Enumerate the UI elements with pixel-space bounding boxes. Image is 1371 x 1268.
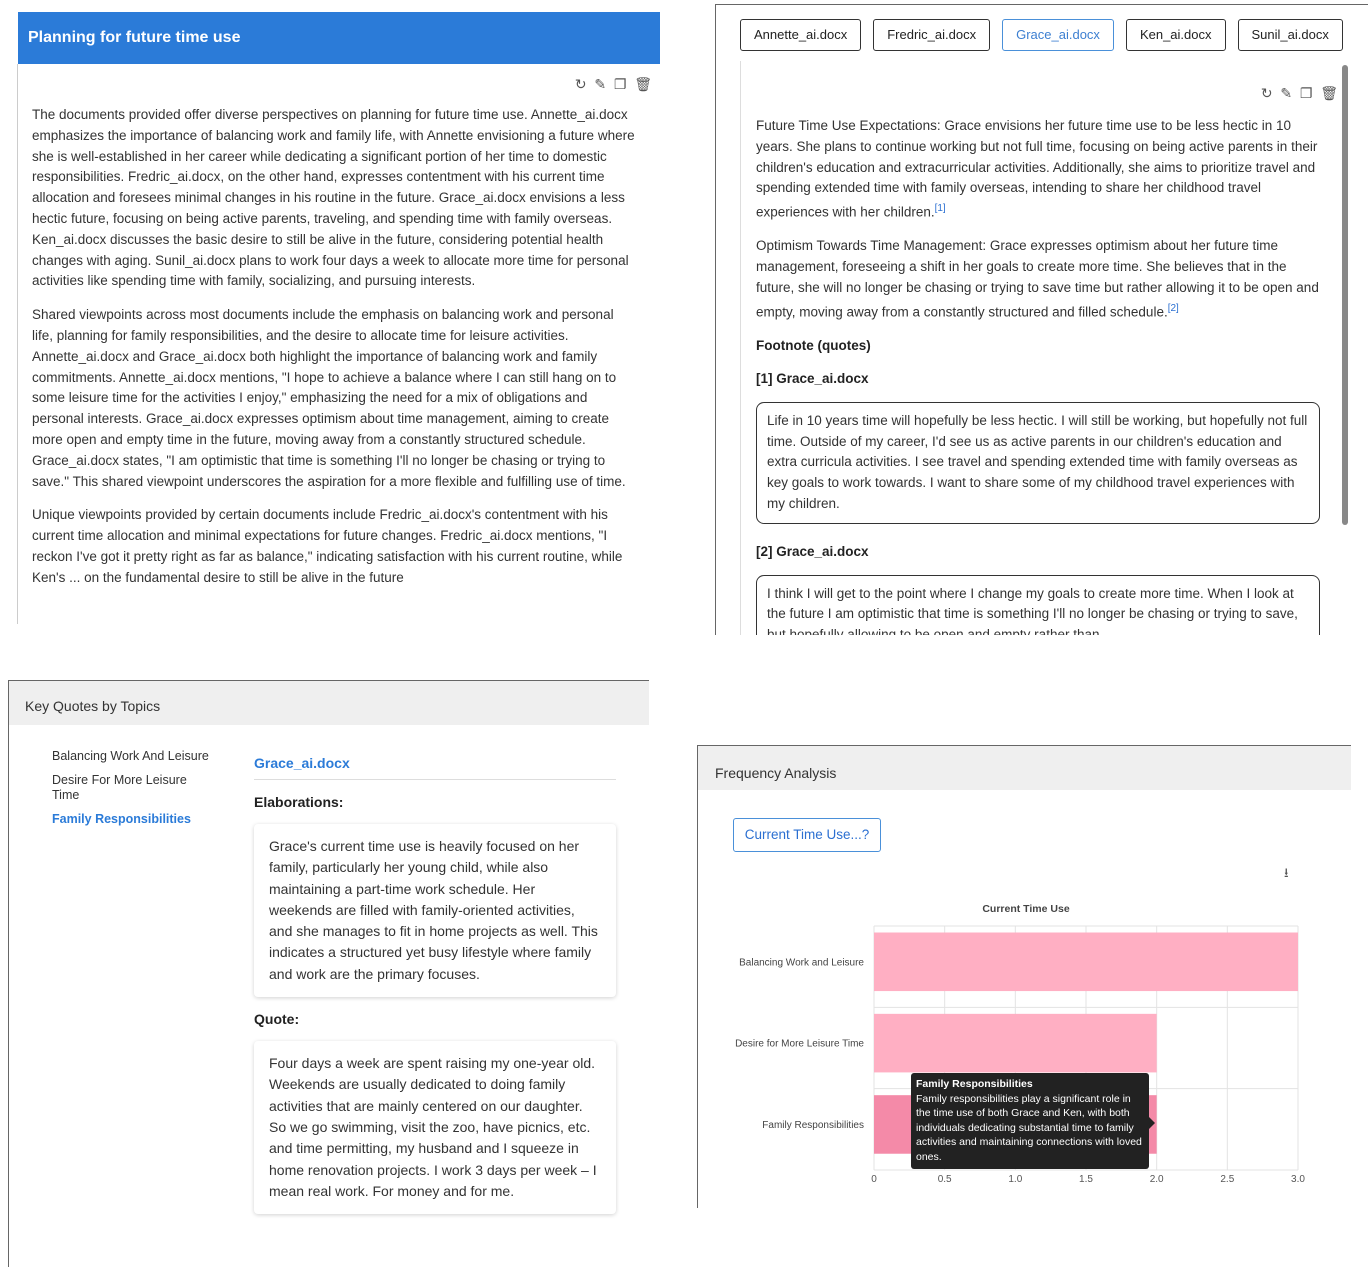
expectation-paragraph: Future Time Use Expectations: Grace envi…	[756, 118, 1318, 220]
key-quotes-header: Key Quotes by Topics	[9, 681, 649, 725]
quote-card: Four days a week are spent raising my on…	[254, 1041, 616, 1214]
x-tick-label: 2.5	[1220, 1174, 1234, 1185]
tab-annette[interactable]: Annette_ai.docx	[740, 19, 862, 51]
elaboration-card: Grace's current time use is heavily focu…	[254, 824, 616, 997]
planning-paragraph: Unique viewpoints provided by certain do…	[32, 507, 623, 585]
footnote-2-quote: I think I will get to the point where I …	[756, 574, 1320, 635]
category-label: Family Responsibilities	[762, 1120, 864, 1131]
chart-title: Current Time Use	[982, 903, 1069, 915]
planning-panel: Planning for future time use ↻ ✎ ❐ 🗑 The…	[8, 8, 660, 626]
x-tick-label: 3.0	[1291, 1174, 1305, 1185]
copy-icon[interactable]: ❐	[614, 76, 627, 92]
bar	[874, 932, 1298, 992]
topic-detail: Grace_ai.docx Elaborations: Grace's curr…	[254, 755, 616, 1222]
delete-icon[interactable]: 🗑	[634, 76, 652, 92]
edit-icon[interactable]: ✎	[594, 76, 606, 92]
footnote-2-label: [2] Grace_ai.docx	[756, 543, 869, 559]
tooltip-title: Family Responsibilities	[916, 1078, 1033, 1090]
planning-body: The documents provided offer diverse per…	[32, 105, 638, 602]
frequency-panel: Frequency Analysis Current Time Use...? …	[697, 745, 1351, 1208]
footnote-1-quote: Life in 10 years time will hopefully be …	[756, 401, 1320, 524]
x-tick-label: 1.5	[1079, 1174, 1093, 1185]
copy-icon[interactable]: ❐	[1300, 85, 1313, 101]
footnote-heading: Footnote (quotes)	[756, 338, 871, 354]
document-content: Future Time Use Expectations: Grace envi…	[756, 116, 1320, 635]
document-toolbar: ↻ ✎ ❐ 🗑	[1261, 85, 1338, 102]
topic-desire-leisure[interactable]: Desire For More Leisure Time	[52, 773, 212, 803]
quote-label: Quote:	[254, 1011, 300, 1028]
topic-family-responsibilities[interactable]: Family Responsibilities	[52, 812, 212, 827]
key-quotes-panel: Key Quotes by Topics Balancing Work And …	[8, 680, 649, 1267]
x-tick-label: 1.0	[1008, 1174, 1022, 1185]
scrollbar[interactable]	[1342, 65, 1348, 525]
planning-title: Planning for future time use	[18, 12, 660, 64]
doc-title[interactable]: Grace_ai.docx	[254, 755, 616, 780]
delete-icon[interactable]: 🗑	[1320, 85, 1338, 101]
planning-toolbar: ↻ ✎ ❐ 🗑	[575, 76, 652, 93]
document-tabs: Annette_ai.docx Fredric_ai.docx Grace_ai…	[740, 19, 1343, 55]
tab-ken[interactable]: Ken_ai.docx	[1125, 19, 1226, 51]
divider	[17, 64, 18, 624]
planning-paragraph: Shared viewpoints across most documents …	[32, 307, 626, 489]
x-tick-label: 0	[871, 1174, 877, 1185]
category-label: Desire for More Leisure Time	[735, 1039, 864, 1050]
elaborations-label: Elaborations:	[254, 794, 344, 810]
optimism-paragraph: Optimism Towards Time Management: Grace …	[756, 238, 1319, 320]
tooltip-text: Family responsibilities play a significa…	[916, 1092, 1142, 1163]
planning-paragraph: The documents provided offer diverse per…	[32, 107, 635, 289]
x-tick-label: 0.5	[938, 1174, 952, 1185]
footnote-ref-2[interactable]: [2]	[1168, 303, 1179, 314]
bar	[874, 1013, 1157, 1073]
topic-list: Balancing Work And Leisure Desire For Mo…	[52, 749, 212, 836]
edit-icon[interactable]: ✎	[1280, 85, 1292, 101]
footnote-1-label: [1] Grace_ai.docx	[756, 370, 869, 386]
footnote-ref-1[interactable]: [1]	[935, 203, 946, 214]
tab-fredric[interactable]: Fredric_ai.docx	[873, 19, 991, 51]
topic-balancing-work[interactable]: Balancing Work And Leisure	[52, 749, 212, 764]
tab-grace[interactable]: Grace_ai.docx	[1002, 19, 1114, 51]
refresh-icon[interactable]: ↻	[575, 76, 587, 92]
x-tick-label: 2.0	[1150, 1174, 1164, 1185]
document-panel: Annette_ai.docx Fredric_ai.docx Grace_ai…	[715, 4, 1368, 635]
tab-sunil[interactable]: Sunil_ai.docx	[1237, 19, 1343, 51]
refresh-icon[interactable]: ↻	[1261, 85, 1273, 101]
category-label: Balancing Work and Leisure	[739, 957, 864, 968]
chart-tooltip: Family Responsibilities Family responsib…	[911, 1073, 1155, 1169]
